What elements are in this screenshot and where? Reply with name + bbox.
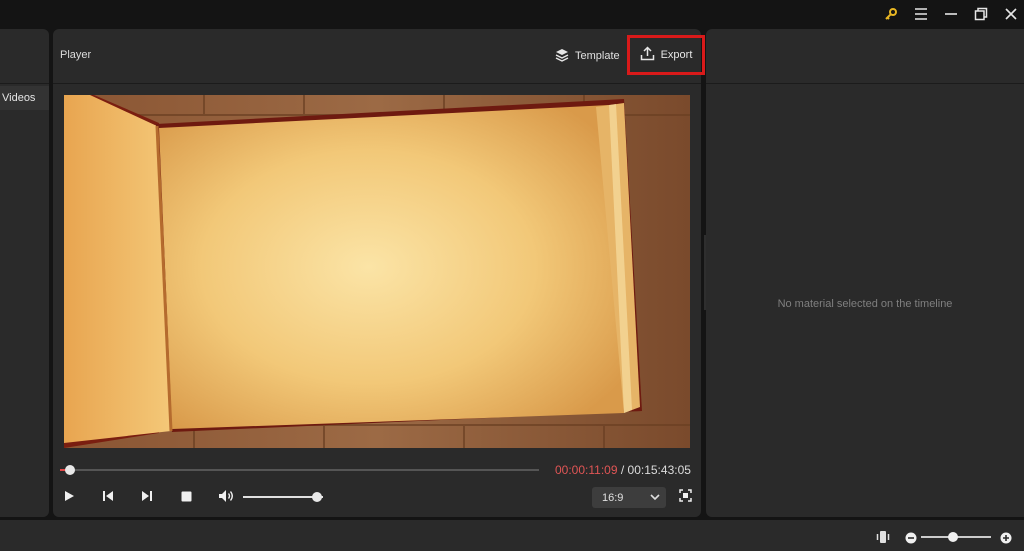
fullscreen-icon bbox=[678, 489, 692, 507]
menu-icon[interactable] bbox=[910, 4, 932, 24]
aspect-ratio-value: 16:9 bbox=[602, 491, 624, 504]
volume-button[interactable] bbox=[216, 488, 236, 508]
empty-state-message: No material selected on the timeline bbox=[777, 298, 953, 310]
close-icon[interactable] bbox=[1000, 4, 1022, 24]
play-button[interactable] bbox=[59, 488, 79, 508]
layers-icon bbox=[555, 48, 569, 65]
player-title: Player bbox=[60, 49, 92, 61]
skip-back-icon bbox=[102, 489, 114, 507]
template-button[interactable]: Template bbox=[555, 46, 620, 66]
template-label: Template bbox=[575, 50, 620, 62]
timeline-toolbar bbox=[0, 520, 1024, 551]
previous-button[interactable] bbox=[98, 488, 118, 508]
time-separator: / bbox=[617, 463, 628, 477]
properties-header bbox=[706, 29, 1024, 84]
export-label: Export bbox=[660, 49, 693, 61]
title-bar bbox=[0, 0, 1024, 28]
snap-icon[interactable] bbox=[876, 530, 890, 549]
media-panel-header bbox=[0, 29, 49, 84]
next-button[interactable] bbox=[137, 488, 157, 508]
progress-handle[interactable] bbox=[65, 465, 75, 475]
stop-button[interactable] bbox=[176, 488, 196, 508]
key-icon[interactable] bbox=[880, 4, 902, 24]
minimize-icon[interactable] bbox=[940, 4, 962, 24]
fullscreen-button[interactable] bbox=[675, 488, 695, 508]
skip-forward-icon bbox=[141, 489, 153, 507]
progress-track[interactable] bbox=[60, 469, 539, 471]
volume-handle[interactable] bbox=[312, 492, 322, 502]
zoom-handle[interactable] bbox=[948, 532, 958, 542]
stop-icon bbox=[181, 489, 192, 507]
tab-videos[interactable]: Videos bbox=[0, 86, 49, 110]
video-preview bbox=[64, 95, 690, 448]
export-button[interactable]: Export bbox=[627, 35, 705, 75]
properties-panel bbox=[706, 29, 1024, 517]
restore-icon[interactable] bbox=[970, 4, 992, 24]
current-time: 00:00:11:09 bbox=[555, 463, 618, 477]
upload-icon bbox=[640, 46, 655, 64]
total-time: 00:15:43:05 bbox=[627, 463, 691, 477]
volume-icon bbox=[218, 489, 234, 508]
aspect-ratio-select[interactable]: 16:9 bbox=[592, 487, 666, 508]
timecode: 00:00:11:09 / 00:15:43:05 bbox=[555, 463, 691, 477]
volume-slider[interactable] bbox=[243, 496, 323, 498]
zoom-in-icon[interactable] bbox=[1000, 531, 1012, 549]
chevron-down-icon bbox=[650, 492, 660, 504]
zoom-out-icon[interactable] bbox=[905, 531, 917, 549]
play-icon bbox=[63, 489, 75, 507]
